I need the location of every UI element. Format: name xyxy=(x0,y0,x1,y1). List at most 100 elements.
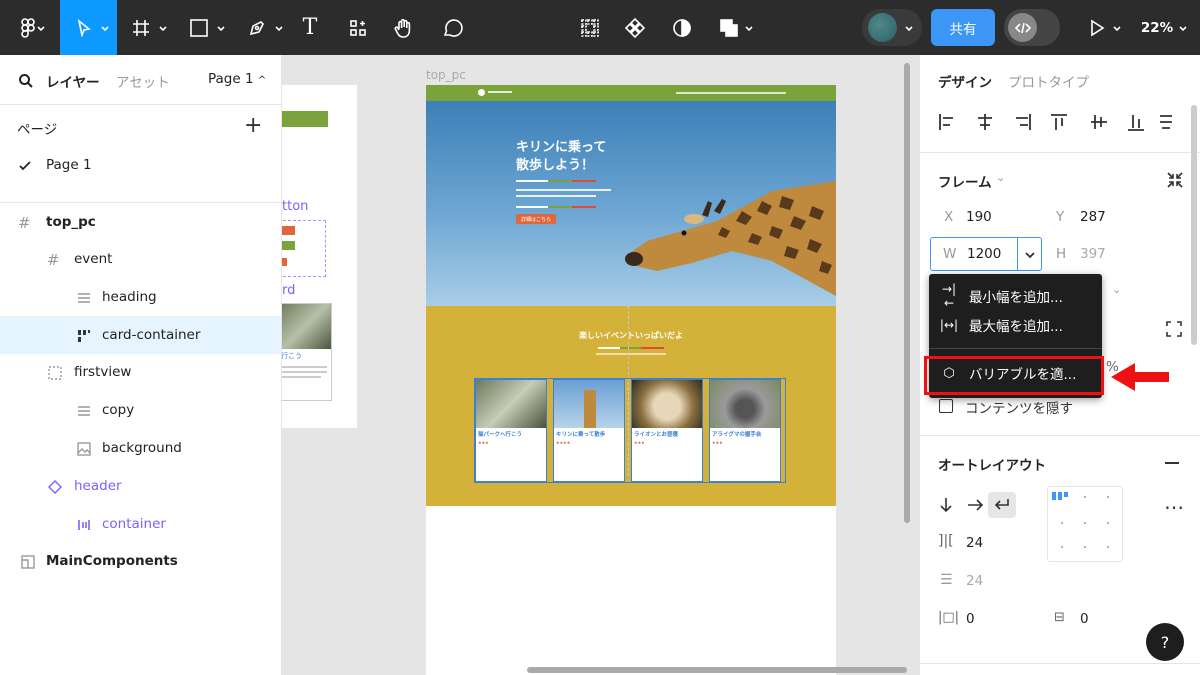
w-input[interactable]: 1200 xyxy=(967,246,1001,262)
chevron-down-icon[interactable]: ⌄ xyxy=(1112,283,1121,296)
hand-tool-button[interactable] xyxy=(388,0,420,55)
frame-tool-button[interactable] xyxy=(120,0,172,55)
main-menu-button[interactable] xyxy=(0,0,55,55)
vertical-scrollbar[interactable] xyxy=(904,63,910,523)
h-input[interactable]: 397 xyxy=(1080,246,1106,262)
event-card-2[interactable]: キリンに乗って散歩 ★★★★ xyxy=(553,379,625,482)
comment-tool-button[interactable] xyxy=(436,0,468,55)
card-component-preview[interactable]: 行こう xyxy=(282,303,332,401)
page-selector[interactable]: Page 1 ^ xyxy=(208,71,266,87)
tab-assets[interactable]: アセット xyxy=(116,71,170,91)
page-list-item[interactable]: Page 1 xyxy=(0,146,281,184)
resize-to-fit-icon[interactable] xyxy=(1166,171,1184,189)
text-tool-button[interactable]: T xyxy=(294,0,326,55)
move-tool-button[interactable] xyxy=(60,0,117,55)
alignment-grid[interactable] xyxy=(1047,486,1123,562)
layer-row-card-container[interactable]: card-container xyxy=(0,316,281,354)
horizontal-padding-input[interactable]: 0 xyxy=(966,611,975,627)
tab-design[interactable]: デザイン xyxy=(938,71,992,91)
card-stars: ★★★ xyxy=(478,440,489,445)
help-button[interactable]: ? xyxy=(1146,623,1184,661)
card-text-line xyxy=(282,371,327,373)
w-field[interactable]: W 1200 xyxy=(930,237,1042,271)
w-label: W xyxy=(943,246,957,262)
tab-prototype[interactable]: プロトタイプ xyxy=(1008,71,1089,91)
zoom-control[interactable]: 22% xyxy=(1132,0,1192,55)
chevron-down-icon xyxy=(275,26,283,32)
gap-input[interactable]: 24 xyxy=(966,535,983,551)
hero-copy-line xyxy=(516,195,596,197)
avatar[interactable] xyxy=(868,13,897,42)
frame-label[interactable]: top_pc xyxy=(426,68,466,82)
hand-icon xyxy=(394,18,411,38)
resources-button[interactable] xyxy=(344,0,372,55)
page-frame-icon xyxy=(21,555,35,569)
share-button[interactable]: 共有 xyxy=(931,9,995,46)
layer-row-heading[interactable]: heading xyxy=(0,278,281,316)
layer-row-firstview[interactable]: firstview xyxy=(0,353,281,391)
horizontal-scrollbar[interactable] xyxy=(527,667,907,673)
layer-row-header[interactable]: header xyxy=(0,467,281,505)
section-icon xyxy=(48,366,62,380)
vertical-padding-input[interactable]: 0 xyxy=(1080,611,1089,627)
expand-corners-icon[interactable] xyxy=(1166,321,1182,337)
layer-row-top_pc[interactable]: # top_pc xyxy=(0,203,281,241)
pen-tool-button[interactable] xyxy=(236,0,288,55)
chevron-down-icon xyxy=(905,26,913,32)
event-card-3[interactable]: ライオンとお昼寝 ★★★ xyxy=(631,379,703,482)
layer-row-container[interactable]: container xyxy=(0,505,281,543)
search-icon[interactable] xyxy=(18,73,34,89)
layer-row-maincomponents[interactable]: MainComponents xyxy=(0,542,281,580)
comment-icon xyxy=(443,18,463,37)
layer-row-background[interactable]: background xyxy=(0,429,281,467)
more-options-icon[interactable]: ⋯ xyxy=(1164,495,1185,519)
resources-icon xyxy=(350,19,366,36)
button-variants-set[interactable] xyxy=(282,220,326,277)
main-components-frame[interactable]: tton rd 行こう xyxy=(282,85,357,428)
menu-item-label: 最小幅を追加... xyxy=(969,290,1063,306)
add-page-icon[interactable]: + xyxy=(244,113,262,138)
x-label: X xyxy=(944,209,954,225)
vertical-gap-icon: ☰ xyxy=(940,572,953,588)
frame-icon: # xyxy=(47,251,60,269)
event-card-1[interactable]: 猫パークへ行こう ★★★ xyxy=(475,379,547,482)
x-input[interactable]: 190 xyxy=(966,209,992,225)
shape-tool-button[interactable] xyxy=(178,0,230,55)
header-component-preview xyxy=(282,111,328,127)
frame-section-title[interactable]: フレーム xyxy=(938,171,992,191)
top-pc-frame[interactable]: キリンに乗って 散歩しよう！ 詳細はこちら 楽しいイベントいっぱいだよ 猫パーク… xyxy=(426,85,836,675)
canvas[interactable]: tton rd 行こう top_pc キリンに乗って 散歩しよう！ 詳細はこちら… xyxy=(282,55,919,675)
direction-icons[interactable] xyxy=(936,491,1026,519)
mask-button[interactable] xyxy=(666,0,698,55)
clip-content-checkbox[interactable] xyxy=(939,399,953,413)
event-card-4[interactable]: アライグマの握手会 ★★★ xyxy=(709,379,781,482)
remove-autolayout-icon[interactable] xyxy=(1165,462,1179,464)
y-input[interactable]: 287 xyxy=(1080,209,1106,225)
create-component-button[interactable] xyxy=(574,0,606,55)
layer-row-event[interactable]: # event xyxy=(0,240,281,278)
layer-name: heading xyxy=(102,289,157,305)
menu-item-add-max-width[interactable]: |↔| 最大幅を追加... xyxy=(929,311,1102,339)
dev-mode-toggle[interactable] xyxy=(1004,9,1060,46)
boolean-button[interactable] xyxy=(712,0,756,55)
layer-row-copy[interactable]: copy xyxy=(0,391,281,429)
multiplayer-avatars[interactable] xyxy=(862,9,922,46)
card-title: キリンに乗って散歩 xyxy=(556,432,606,438)
layer-name: copy xyxy=(102,402,135,418)
panel-scrollbar[interactable] xyxy=(1191,105,1197,345)
hero-title-line1: キリンに乗って xyxy=(516,140,607,155)
card-stars: ★★★ xyxy=(634,440,645,445)
component-button[interactable] xyxy=(619,0,651,55)
card-text-line xyxy=(282,366,327,368)
menu-item-add-min-width[interactable]: →|← 最小幅を追加... xyxy=(929,282,1102,310)
present-button[interactable] xyxy=(1080,0,1126,55)
chevron-down-icon[interactable]: ⌄ xyxy=(996,171,1005,184)
layer-name: header xyxy=(74,478,122,494)
alignment-icons[interactable] xyxy=(936,111,1176,133)
card-title: アライグマの握手会 xyxy=(712,432,762,438)
tab-layers[interactable]: レイヤー xyxy=(46,71,100,91)
layer-name: event xyxy=(74,251,113,267)
vertical-gap-input[interactable]: 24 xyxy=(966,573,983,589)
card-title: ライオンとお昼寝 xyxy=(634,432,679,438)
chevron-down-icon[interactable] xyxy=(1024,249,1036,261)
